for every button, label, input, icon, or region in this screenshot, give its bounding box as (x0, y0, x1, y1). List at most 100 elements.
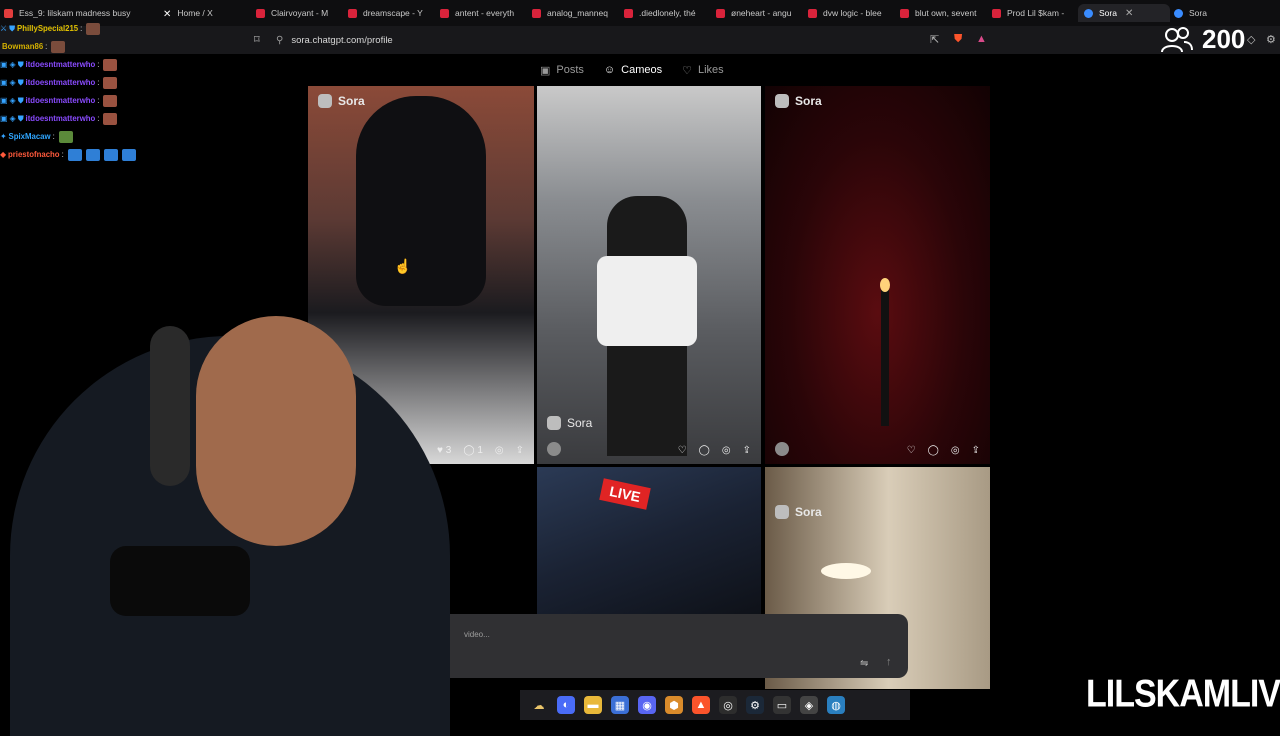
sora-favicon (1084, 8, 1093, 18)
avatar[interactable] (775, 442, 789, 456)
video-tile[interactable]: LIVE (537, 467, 761, 615)
keyboard-app-icon[interactable]: ▭ (773, 696, 791, 714)
tab-likes[interactable]: ♡ Likes (682, 64, 724, 77)
url-field[interactable]: ⚲ sora.chatgpt.com/profile (276, 32, 996, 48)
4k-app-icon[interactable]: ◈ (800, 696, 818, 714)
sora-watermark: Sora (775, 94, 822, 108)
file-explorer-icon[interactable]: ▬ (584, 696, 602, 714)
prompt-box[interactable]: video... ⇋ ↑ (408, 614, 908, 678)
emote (86, 23, 101, 35)
emote (103, 149, 118, 161)
heart-icon: ♡ (682, 64, 692, 77)
remix-icon[interactable]: ◎ (495, 445, 504, 456)
emote (121, 149, 136, 161)
video-tile[interactable]: Sora ♡ ◯ ◎ ⇪ (765, 86, 990, 464)
youtube-icon (992, 8, 1001, 18)
widgets-icon[interactable]: ☁ (530, 696, 548, 714)
candle-flame (880, 278, 890, 292)
browser-tab[interactable]: Prod Lil $kam - (992, 4, 1070, 22)
candle (881, 286, 889, 426)
sora-logo-icon (775, 505, 789, 519)
youtube-icon (900, 8, 909, 18)
emote (103, 113, 118, 125)
discord-icon[interactable]: ◉ (638, 696, 656, 714)
browser-tab[interactable]: dvw logic - blee (808, 4, 886, 22)
store-icon[interactable]: ▦ (611, 696, 629, 714)
sora-logo-icon (775, 94, 789, 108)
brave-icon[interactable]: ▲ (692, 696, 710, 714)
browser-tab[interactable]: øneheart - angu (716, 4, 794, 22)
cursor-hand-icon: ☝ (394, 258, 412, 274)
share-icon[interactable]: ⇪ (743, 445, 751, 456)
youtube-icon (440, 8, 449, 18)
youtube-icon (532, 8, 541, 18)
sora-logo-icon (547, 416, 561, 430)
browser-tab[interactable]: blut own, sevent (900, 4, 978, 22)
chat-message: ▣ ◈ ⛊ itdoesntmatterwho: (0, 74, 300, 92)
like-button[interactable]: ♡ (907, 445, 916, 456)
emote (103, 59, 118, 71)
brave-shield-icon[interactable]: ⛊ (954, 33, 962, 46)
comment-button[interactable]: ◯ (928, 445, 939, 456)
youtube-icon (716, 8, 725, 18)
settings-icon[interactable]: ⚙ (1266, 33, 1276, 46)
tab-cameos[interactable]: ☺ Cameos (604, 64, 662, 76)
post-actions: ♡ ◯ ◎ ⇪ (907, 445, 980, 456)
live-badge: LIVE (599, 478, 651, 510)
browser-tab[interactable]: antent - everyth (440, 4, 518, 22)
browser-tab[interactable]: .diedlonely, thé (624, 4, 702, 22)
emote (85, 149, 100, 161)
viewer-count: 200 (1160, 24, 1245, 55)
sora-logo-icon (318, 94, 332, 108)
chat-message: ⚔ ⛊ PhillySpecial215: (0, 20, 300, 38)
sora-watermark: Sora (775, 505, 822, 519)
chat-overlay: ⚔ ⛊ PhillySpecial215: Bowman86: ▣ ◈ ⛊ itdo… (0, 20, 300, 164)
browser-tab[interactable]: dreamscape - Y (348, 4, 426, 22)
youtube-icon (256, 8, 265, 18)
ceiling-light (821, 563, 871, 579)
tab-favicon (4, 8, 13, 18)
steam-icon[interactable]: ⚙ (746, 696, 764, 714)
youtube-icon (808, 8, 817, 18)
browser-tab[interactable]: Sora (1174, 4, 1234, 22)
sora-favicon (1174, 8, 1183, 18)
emote (58, 131, 73, 143)
share-icon[interactable]: ⇱ (930, 33, 939, 46)
obs-icon[interactable]: ◎ (719, 696, 737, 714)
like-button[interactable]: ♡ (678, 445, 687, 456)
copilot-icon[interactable]: ◐ (557, 696, 575, 714)
microphone (110, 546, 250, 616)
extension-icon[interactable]: ◇ (1247, 33, 1255, 46)
browser-tab-active[interactable]: Sora ✕ (1078, 4, 1170, 22)
chat-message: Bowman86: (0, 38, 300, 56)
play-icon: ▣ (540, 64, 551, 77)
globe-app-icon[interactable]: ◍ (827, 696, 845, 714)
x-logo-icon: ✕ (163, 8, 172, 20)
shield-app-icon[interactable]: ⬢ (665, 696, 683, 714)
browser-tab[interactable]: analog_manneq (532, 4, 610, 22)
brave-rewards-icon[interactable]: ▲ (976, 33, 987, 45)
remix-icon[interactable]: ◎ (951, 445, 960, 456)
white-shirt (597, 256, 697, 346)
settings-sliders-icon[interactable]: ⇋ (860, 658, 868, 669)
tab-posts[interactable]: ▣ Posts (540, 64, 584, 77)
sora-watermark: Sora (547, 416, 592, 430)
share-icon[interactable]: ⇪ (516, 445, 524, 456)
post-actions: ♡ ◯ ◎ ⇪ (678, 445, 751, 456)
youtube-icon (624, 8, 633, 18)
taskbar: ☁ ◐ ▬ ▦ ◉ ⬢ ▲ ◎ ⚙ ▭ ◈ ◍ (520, 690, 910, 720)
chat-message: ◆ priestofnacho: (0, 146, 300, 164)
headset (150, 326, 190, 486)
emote (103, 77, 118, 89)
chat-message: ▣ ◈ ⛊ itdoesntmatterwho: (0, 92, 300, 110)
avatar[interactable] (547, 442, 561, 456)
remix-icon[interactable]: ◎ (722, 445, 731, 456)
channel-watermark: LILSKAMLIVE (1086, 672, 1280, 716)
youtube-icon (348, 8, 357, 18)
video-tile[interactable]: Sora ♡ ◯ ◎ ⇪ (537, 86, 761, 464)
close-tab-icon[interactable]: ✕ (1125, 8, 1133, 19)
submit-arrow-icon[interactable]: ↑ (886, 656, 892, 668)
share-icon[interactable]: ⇪ (972, 445, 980, 456)
comment-button[interactable]: ◯ (699, 445, 710, 456)
emote (103, 95, 118, 107)
